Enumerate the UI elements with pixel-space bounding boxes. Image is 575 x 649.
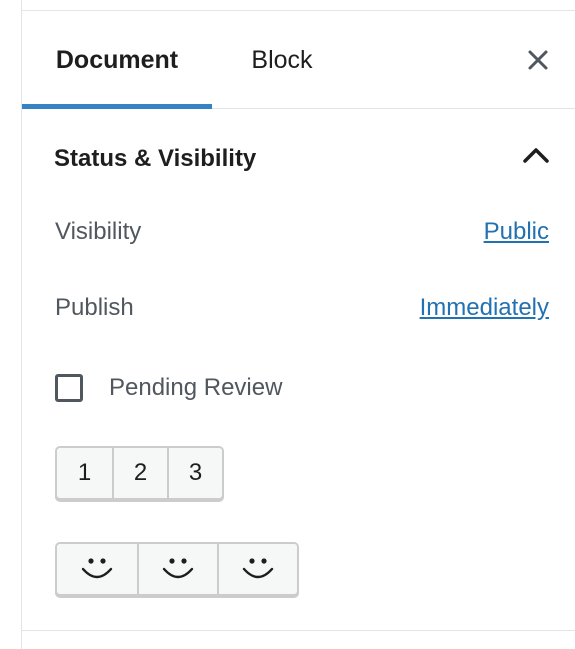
top-border	[0, 0, 575, 11]
smile-button-3[interactable]	[217, 544, 297, 594]
pending-review-checkbox[interactable]	[55, 374, 83, 402]
smile-icon	[242, 558, 274, 579]
close-sidebar-button[interactable]	[525, 47, 551, 73]
number-button-group: 1 2 3	[55, 446, 224, 500]
settings-sidebar: Document Block Status & Visibility Visib…	[22, 11, 575, 649]
pending-review-control: Pending Review	[55, 372, 282, 404]
status-visibility-panel-toggle[interactable]: Status & Visibility	[22, 109, 575, 205]
tab-document[interactable]: Document	[22, 11, 212, 109]
close-icon	[528, 50, 548, 70]
panel-title: Status & Visibility	[54, 145, 257, 172]
smile-icon	[81, 558, 113, 579]
smile-button-1[interactable]	[57, 544, 137, 594]
editor-canvas-edge	[0, 0, 22, 649]
smile-button-group	[55, 542, 299, 596]
visibility-label: Visibility	[55, 218, 142, 245]
pending-review-label[interactable]: Pending Review	[109, 374, 282, 402]
smile-button-2[interactable]	[137, 544, 217, 594]
smile-icon	[162, 558, 194, 579]
publish-date-link[interactable]: Immediately	[420, 294, 549, 322]
panel-divider	[22, 630, 575, 631]
visibility-row: Visibility Public	[55, 218, 549, 248]
publish-label: Publish	[55, 294, 134, 321]
visibility-toggle-link[interactable]: Public	[484, 218, 549, 246]
tab-block[interactable]: Block	[232, 11, 332, 109]
sidebar-tabs: Document Block	[22, 11, 575, 109]
number-button-3[interactable]: 3	[167, 448, 222, 498]
publish-row: Publish Immediately	[55, 294, 549, 324]
chevron-up-icon	[523, 148, 549, 163]
number-button-2[interactable]: 2	[112, 448, 167, 498]
number-button-1[interactable]: 1	[57, 448, 112, 498]
